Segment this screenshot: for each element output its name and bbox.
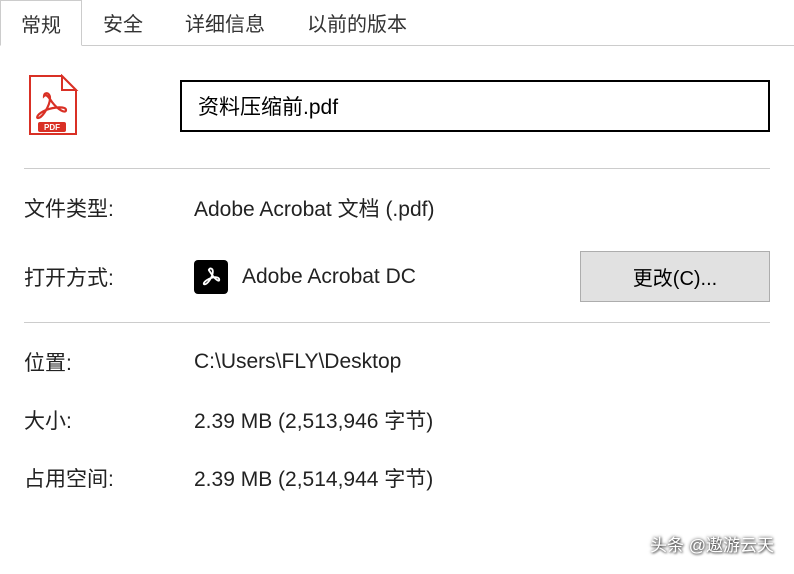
filename-input[interactable] — [180, 80, 770, 132]
file-type-row: 文件类型: Adobe Acrobat 文档 (.pdf) — [24, 193, 770, 223]
file-type-label: 文件类型: — [24, 193, 194, 223]
svg-text:PDF: PDF — [44, 123, 60, 132]
disk-size-label: 占用空间: — [24, 463, 194, 493]
acrobat-icon — [194, 260, 228, 294]
tab-security[interactable]: 安全 — [82, 0, 164, 45]
location-row: 位置: C:\Users\FLY\Desktop — [24, 347, 770, 377]
tab-previous-versions[interactable]: 以前的版本 — [286, 0, 428, 45]
location-label: 位置: — [24, 347, 194, 377]
size-row: 大小: 2.39 MB (2,513,946 字节) — [24, 405, 770, 435]
tab-general[interactable]: 常规 — [0, 0, 82, 46]
filename-row: PDF — [24, 74, 770, 138]
disk-size-row: 占用空间: 2.39 MB (2,514,944 字节) — [24, 463, 770, 493]
watermark-text: 头条 @遨游云天 — [650, 531, 774, 556]
pdf-file-icon: PDF — [24, 74, 80, 138]
open-with-value: Adobe Acrobat DC — [242, 265, 416, 289]
open-with-row: 打开方式: Adobe Acrobat DC 更改(C)... — [24, 251, 770, 302]
divider — [24, 168, 770, 169]
open-with-label: 打开方式: — [24, 262, 194, 292]
file-type-value: Adobe Acrobat 文档 (.pdf) — [194, 193, 770, 223]
location-value: C:\Users\FLY\Desktop — [194, 350, 770, 374]
size-label: 大小: — [24, 405, 194, 435]
divider — [24, 322, 770, 323]
size-value: 2.39 MB (2,513,946 字节) — [194, 405, 770, 435]
tabs-bar: 常规 安全 详细信息 以前的版本 — [0, 0, 794, 46]
properties-panel: PDF 文件类型: Adobe Acrobat 文档 (.pdf) 打开方式: … — [0, 46, 794, 493]
tab-details[interactable]: 详细信息 — [164, 0, 286, 45]
change-button[interactable]: 更改(C)... — [580, 251, 770, 302]
disk-size-value: 2.39 MB (2,514,944 字节) — [194, 463, 770, 493]
